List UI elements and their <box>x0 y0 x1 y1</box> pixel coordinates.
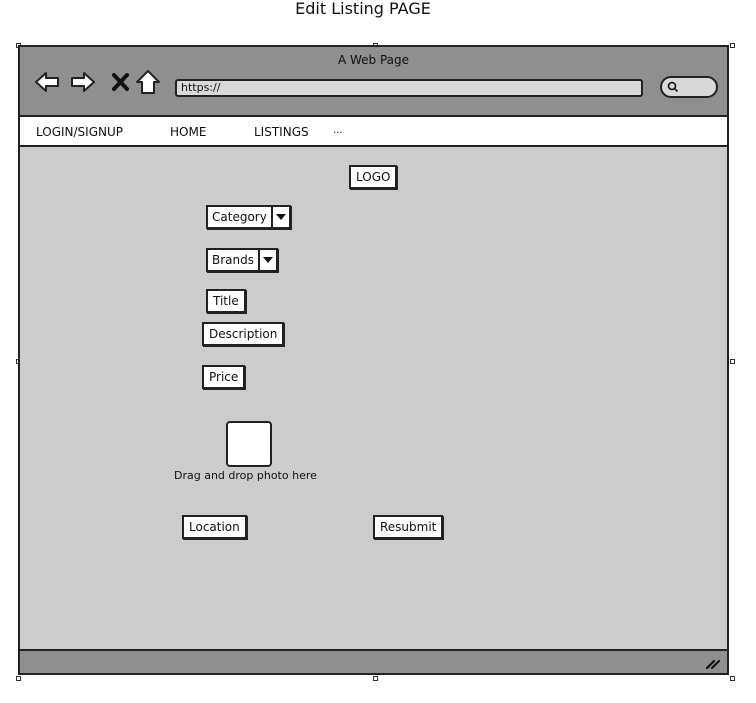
menu-item-home[interactable]: HOME <box>170 125 206 139</box>
chevron-down-icon <box>273 207 289 227</box>
forward-arrow-icon[interactable] <box>70 69 96 95</box>
search-icon <box>667 81 679 93</box>
browser-toolbar: A Web Page https:// <box>20 47 727 117</box>
browser-window: A Web Page https:// LOGIN/SIGNUP HOME LI… <box>18 45 729 675</box>
logo: LOGO <box>349 165 398 189</box>
back-arrow-icon[interactable] <box>34 69 60 95</box>
menu-item-more[interactable]: ... <box>333 125 343 136</box>
window-title: A Web Page <box>337 53 410 67</box>
selection-handle[interactable] <box>730 43 735 48</box>
location-field[interactable]: Location <box>182 515 247 539</box>
chevron-down-icon <box>260 250 276 270</box>
menu-item-listings[interactable]: LISTINGS <box>254 125 309 139</box>
page-title: Edit Listing PAGE <box>295 0 431 18</box>
price-field[interactable]: Price <box>202 365 246 389</box>
category-dropdown[interactable]: Category <box>206 205 291 229</box>
category-label: Category <box>208 207 273 227</box>
status-bar <box>20 649 727 673</box>
photo-drop-hint: Drag and drop photo here <box>174 469 317 482</box>
description-field[interactable]: Description <box>202 322 285 346</box>
selection-handle[interactable] <box>16 676 21 681</box>
selection-handle[interactable] <box>373 676 378 681</box>
home-icon[interactable] <box>135 69 161 95</box>
title-field[interactable]: Title <box>206 289 246 313</box>
menu-item-login-signup[interactable]: LOGIN/SIGNUP <box>36 125 123 139</box>
selection-handle[interactable] <box>730 676 735 681</box>
resubmit-button[interactable]: Resubmit <box>373 515 444 539</box>
brands-dropdown[interactable]: Brands <box>206 248 278 272</box>
brands-label: Brands <box>208 250 260 270</box>
resize-grip-icon[interactable] <box>705 656 721 670</box>
url-field[interactable]: https:// <box>175 79 643 97</box>
site-menu: LOGIN/SIGNUP HOME LISTINGS ... <box>20 117 727 147</box>
photo-dropzone[interactable] <box>226 421 272 467</box>
selection-handle[interactable] <box>730 359 735 364</box>
close-icon[interactable] <box>108 69 134 95</box>
search-button[interactable] <box>660 76 718 98</box>
